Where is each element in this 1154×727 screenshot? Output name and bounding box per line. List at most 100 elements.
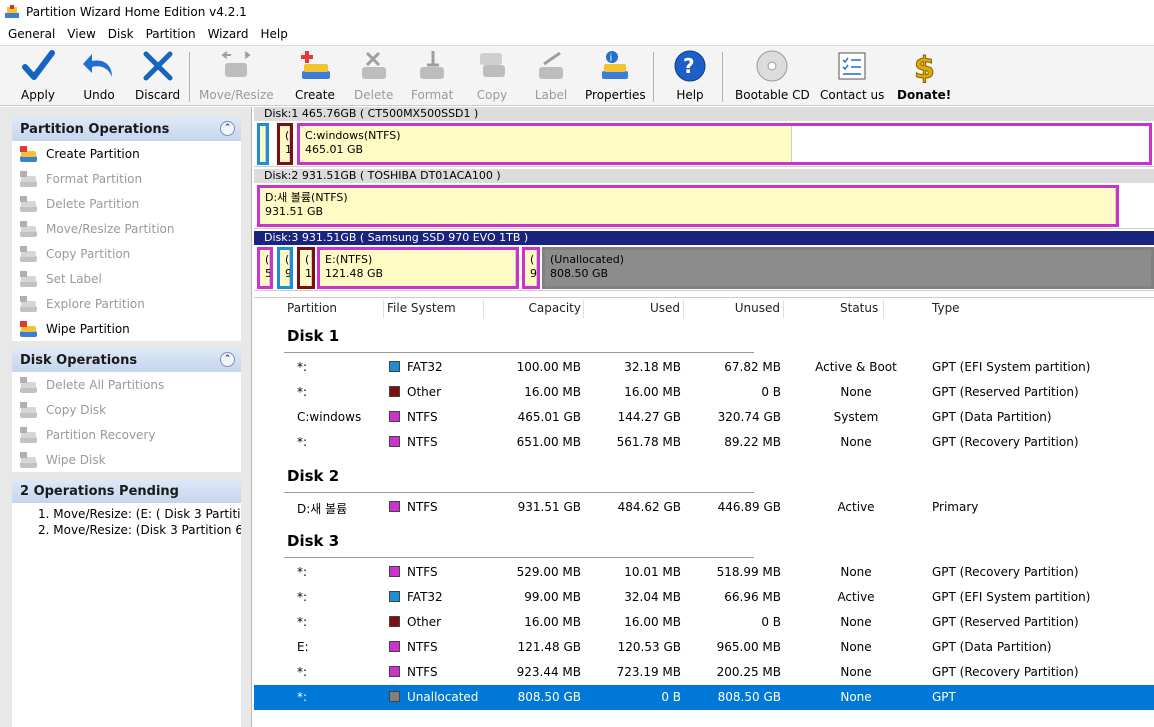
- cell-unused: 808.50 GB: [717, 690, 781, 704]
- disk-operation-item[interactable]: Wipe Disk: [12, 447, 241, 472]
- pending-operation-item[interactable]: 2. Move/Resize: (Disk 3 Partition 6): [12, 522, 241, 538]
- cell-unused: 320.74 GB: [717, 410, 781, 424]
- partition-block[interactable]: (9: [277, 247, 293, 289]
- cell-fs: FAT32: [407, 590, 443, 604]
- cell-partition: *:: [297, 385, 308, 399]
- disk-header[interactable]: Disk:3 931.51GB ( Samsung SSD 970 EVO 1T…: [254, 231, 1154, 245]
- disk-operation-item[interactable]: Copy Disk: [12, 397, 241, 422]
- partition-block[interactable]: (9: [522, 247, 540, 289]
- disk-header[interactable]: Disk:1 465.76GB ( CT500MX500SSD1 ): [254, 107, 1154, 121]
- cell-unused: 518.99 MB: [716, 565, 781, 579]
- filesystem-color-swatch: [389, 386, 400, 397]
- create-button[interactable]: Create: [295, 48, 335, 104]
- menu-view[interactable]: View: [63, 27, 99, 41]
- move-resize-button[interactable]: Move/Resize: [199, 48, 274, 104]
- table-row[interactable]: *: Other 16.00 MB 16.00 MB 0 B None GPT (Reser…: [254, 380, 1154, 405]
- cell-unused: 200.25 MB: [716, 665, 781, 679]
- disk-operation-item[interactable]: Partition Recovery: [12, 422, 241, 447]
- partition-operation-item-label: Wipe Partition: [46, 321, 130, 336]
- partition-op-icon: [18, 376, 38, 394]
- table-row[interactable]: *: NTFS 529.00 MB 10.01 MB 518.99 MB None GPT …: [254, 560, 1154, 585]
- partition-block[interactable]: (1: [257, 123, 269, 165]
- table-row[interactable]: *: Other 16.00 MB 16.00 MB 0 B None GPT (Reser…: [254, 610, 1154, 635]
- collapse-icon[interactable]: ⌃: [220, 121, 235, 136]
- apply-button[interactable]: Apply: [20, 48, 56, 104]
- collapse-icon[interactable]: ⌃: [220, 352, 235, 367]
- partition-operation-item[interactable]: Explore Partition: [12, 291, 241, 316]
- partition-op-icon: [18, 195, 38, 213]
- column-separator: [383, 300, 384, 318]
- partition-operation-item[interactable]: Copy Partition: [12, 241, 241, 266]
- table-row[interactable]: *: FAT32 100.00 MB 32.18 MB 67.82 MB Active &…: [254, 355, 1154, 380]
- app-icon: [4, 4, 20, 20]
- partition-block-size: 1: [285, 143, 292, 156]
- properties-icon: i: [597, 48, 633, 84]
- cell-capacity: 465.01 GB: [517, 410, 581, 424]
- table-row[interactable]: D:새 볼륨 NTFS 931.51 GB 484.62 GB 446.89 GB Act…: [254, 495, 1154, 520]
- format-button[interactable]: Format: [411, 48, 453, 104]
- cell-status: None: [840, 565, 872, 579]
- cell-status: None: [840, 435, 872, 449]
- partition-operation-item[interactable]: Delete Partition: [12, 191, 241, 216]
- help-button[interactable]: ? Help: [672, 48, 708, 104]
- column-header[interactable]: Partition: [287, 301, 337, 315]
- svg-text:$: $: [914, 51, 935, 83]
- partition-block[interactable]: (5: [257, 247, 273, 289]
- partition-operation-item[interactable]: Move/Resize Partition: [12, 216, 241, 241]
- partition-operation-item[interactable]: Wipe Partition: [12, 316, 241, 341]
- column-header[interactable]: File System: [387, 301, 456, 315]
- table-row[interactable]: C:windows NTFS 465.01 GB 144.27 GB 320.74 GB…: [254, 405, 1154, 430]
- label-button[interactable]: Label: [533, 48, 569, 104]
- disk-operation-item[interactable]: Delete All Partitions: [12, 372, 241, 397]
- disk-header[interactable]: Disk:2 931.51GB ( TOSHIBA DT01ACA100 ): [254, 169, 1154, 183]
- menu-help[interactable]: Help: [257, 27, 292, 41]
- donate-button[interactable]: $ Donate!: [897, 48, 951, 104]
- partition-block[interactable]: (1: [297, 247, 315, 289]
- toolbar-separator: [653, 52, 654, 102]
- partition-block[interactable]: D:새 볼륨(NTFS) 931.51 GB: [257, 185, 1119, 227]
- cell-unused: 0 B: [761, 615, 781, 629]
- partition-op-icon: [18, 451, 38, 469]
- partition-operation-item[interactable]: Set Label: [12, 266, 241, 291]
- partition-operation-item[interactable]: Create Partition: [12, 141, 241, 166]
- properties-button[interactable]: i Properties: [585, 48, 646, 104]
- bootable-cd-button[interactable]: Bootable CD: [735, 48, 810, 104]
- table-row[interactable]: *: NTFS 923.44 MB 723.19 MB 200.25 MB None GPT…: [254, 660, 1154, 685]
- disk-map-3[interactable]: Disk:3 931.51GB ( Samsung SSD 970 EVO 1T…: [254, 231, 1154, 291]
- menu-wizard[interactable]: Wizard: [204, 27, 253, 41]
- partition-operation-item[interactable]: Format Partition: [12, 166, 241, 191]
- disk-operations-header[interactable]: Disk Operations ⌃: [12, 348, 241, 372]
- cell-capacity: 931.51 GB: [517, 500, 581, 514]
- undo-button[interactable]: Undo: [81, 48, 117, 104]
- partition-op-icon: [18, 245, 38, 263]
- column-header[interactable]: Capacity: [529, 301, 581, 315]
- menu-disk[interactable]: Disk: [104, 27, 138, 41]
- partition-block[interactable]: C:windows(NTFS) 465.01 GB: [297, 123, 1152, 165]
- cell-used: 10.01 MB: [624, 565, 681, 579]
- cell-used: 16.00 MB: [624, 615, 681, 629]
- pending-operation-item[interactable]: 1. Move/Resize: (E: ( Disk 3 Partitio...: [12, 506, 241, 522]
- table-row[interactable]: *: FAT32 99.00 MB 32.04 MB 66.96 MB Active GPT…: [254, 585, 1154, 610]
- contact-us-button[interactable]: Contact us: [820, 48, 884, 104]
- partition-block-size: 9: [285, 267, 292, 280]
- column-header[interactable]: Status: [840, 301, 878, 315]
- menu-partition[interactable]: Partition: [142, 27, 200, 41]
- column-header[interactable]: Used: [650, 301, 680, 315]
- partition-operations-header[interactable]: Partition Operations ⌃: [12, 117, 241, 141]
- disk-map-2[interactable]: Disk:2 931.51GB ( TOSHIBA DT01ACA100 ) D…: [254, 169, 1154, 229]
- partition-block[interactable]: E:(NTFS) 121.48 GB: [317, 247, 519, 289]
- table-row[interactable]: E: NTFS 121.48 GB 120.53 GB 965.00 MB None GPT…: [254, 635, 1154, 660]
- discard-button[interactable]: Discard: [135, 48, 180, 104]
- column-header[interactable]: Type: [932, 301, 960, 315]
- partition-block-size: 1: [265, 143, 266, 157]
- copy-button[interactable]: Copy: [474, 48, 510, 104]
- disk-map-1[interactable]: Disk:1 465.76GB ( CT500MX500SSD1 ) (1(1C…: [254, 107, 1154, 167]
- table-row[interactable]: *: NTFS 651.00 MB 561.78 MB 89.22 MB None GPT …: [254, 430, 1154, 455]
- table-row[interactable]: *: Unallocated 808.50 GB 0 B 808.50 GB None GP…: [254, 685, 1154, 710]
- partition-block[interactable]: (Unallocated) 808.50 GB: [542, 247, 1154, 289]
- partition-block[interactable]: (1: [277, 123, 293, 165]
- menu-general[interactable]: General: [4, 27, 59, 41]
- column-header[interactable]: Unused: [735, 301, 780, 315]
- cell-fs: NTFS: [407, 410, 438, 424]
- delete-button[interactable]: Delete: [354, 48, 393, 104]
